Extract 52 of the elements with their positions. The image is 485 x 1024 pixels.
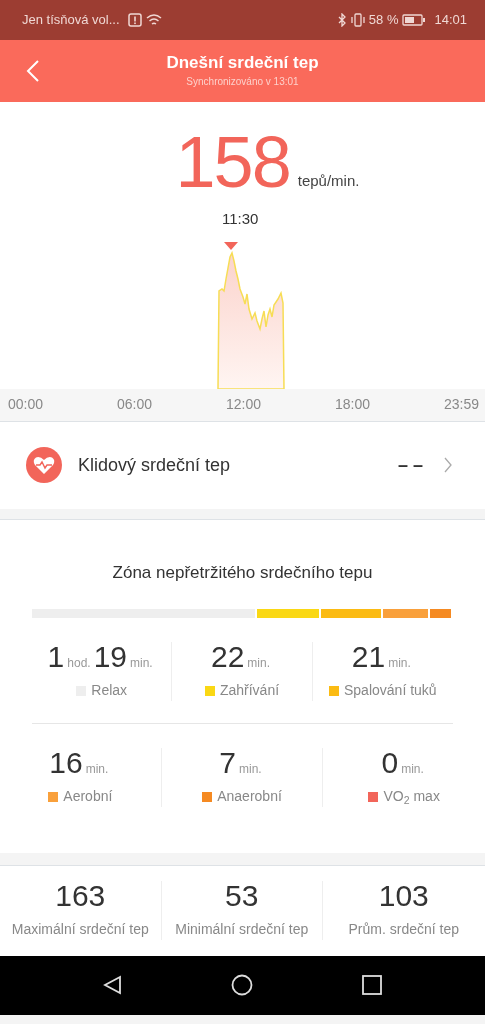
wifi-icon <box>145 13 162 27</box>
back-icon[interactable] <box>101 974 124 996</box>
axis-label: 12:00 <box>225 395 261 414</box>
vibrate-icon <box>350 13 365 27</box>
resting-label: Klidový srdeční tep <box>78 453 231 477</box>
duration-value: 7 <box>219 748 236 778</box>
resting-heart-rate-row[interactable]: Klidový srdeční tep – – <box>0 420 485 509</box>
zone-title: Zóna nepřetržitého srdečního tepu <box>111 561 374 584</box>
axis-label: 18:00 <box>334 395 370 414</box>
duration-unit: min. <box>247 655 270 672</box>
battery-percent: 58 % <box>368 11 399 30</box>
duration-unit: min. <box>130 655 153 672</box>
stat-value: 163 <box>54 881 107 911</box>
axis-label: 06:00 <box>117 395 153 414</box>
duration-unit: min. <box>85 761 109 778</box>
stat-label: Prům. srdeční tep <box>347 920 460 939</box>
duration-value: 21 <box>351 642 386 672</box>
bluetooth-icon <box>336 13 347 27</box>
clock-time: 14:01 <box>434 11 467 30</box>
chevron-icon <box>443 457 453 473</box>
sync-subtitle: Synchronizováno v 13:01 <box>186 74 299 89</box>
duration-unit: min. <box>388 655 411 672</box>
heart-rate-value: 158 <box>175 126 290 198</box>
duration-unit: min. <box>401 761 424 778</box>
duration-value: 0 <box>381 748 399 778</box>
resting-value: – – <box>397 453 423 477</box>
axis-label: 00:00 <box>8 395 44 414</box>
duration-value: 19 <box>93 642 128 672</box>
zone-label: Zahřívání <box>219 681 280 700</box>
carrier-text: Jen tísňová vol... <box>22 11 120 30</box>
duration-unit: min. <box>239 761 262 778</box>
sim-alert-icon <box>127 13 142 27</box>
recents-icon[interactable] <box>361 974 384 996</box>
duration-unit: hod. <box>67 655 91 672</box>
stat-label: Maximální srdeční tep <box>10 920 150 939</box>
duration-value: 16 <box>49 748 83 778</box>
home-icon[interactable] <box>231 974 254 996</box>
zone-label: Anaerobní <box>217 787 282 806</box>
stat-value: 103 <box>377 881 430 911</box>
stat-value: 53 <box>224 881 260 911</box>
battery-icon <box>402 14 427 26</box>
unit-label: tepů/min. <box>297 170 360 191</box>
zone-label: Aerobní <box>63 787 113 806</box>
zone-label: VO$_{2}$ max <box>383 787 440 807</box>
stat-label: Minimální srdeční tep <box>174 920 310 939</box>
duration-value: 22 <box>210 642 245 672</box>
time-label: 11:30 <box>222 209 259 229</box>
duration-value: 1 <box>47 642 65 672</box>
zone-label: Relax <box>91 681 128 700</box>
zone-label: Spalování tuků <box>344 681 437 700</box>
page-title: Dnešní srdeční tep <box>166 53 319 74</box>
axis-label: 23:59 <box>443 395 479 414</box>
